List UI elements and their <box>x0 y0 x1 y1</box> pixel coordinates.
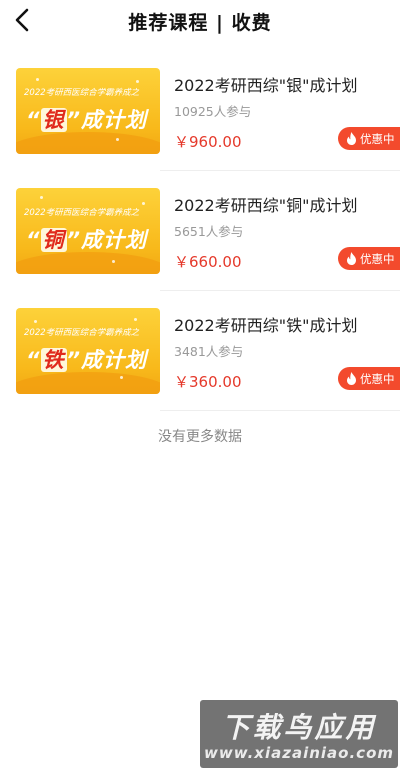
sparkle-dot <box>112 260 115 263</box>
discount-badge[interactable]: 优惠中 <box>338 367 400 390</box>
thumbnail-highlight: 铁 <box>40 348 67 372</box>
thumbnail-headline-rest: ”成计划 <box>66 348 148 372</box>
sparkle-dot <box>134 318 137 321</box>
thumbnail-quote: “ <box>26 108 41 132</box>
course-price: ￥660.00 <box>174 253 242 271</box>
course-thumbnail[interactable]: 2022考研西医综合学霸养成之 “铁”成计划 <box>16 308 160 394</box>
no-more-data-text: 没有更多数据 <box>158 429 242 445</box>
course-thumbnail[interactable]: 2022考研西医综合学霸养成之 “铜”成计划 <box>16 188 160 274</box>
course-card[interactable]: 2022考研西医综合学霸养成之 “铜”成计划 2022考研西综"铜"成计划 56… <box>0 182 400 302</box>
participant-count: 3481人参与 <box>174 344 244 359</box>
page-title: 推荐课程 | 收费 <box>128 12 272 34</box>
flame-icon <box>347 372 356 385</box>
thumbnail-quote: “ <box>26 228 41 252</box>
sparkle-dot <box>142 202 145 205</box>
flame-icon <box>347 132 356 145</box>
thumbnail-wave <box>16 372 160 394</box>
thumbnail-subtitle: 2022考研西医综合学霸养成之 <box>24 328 140 338</box>
course-title[interactable]: 2022考研西综"银"成计划 <box>174 72 357 96</box>
thumbnail-quote: “ <box>26 348 41 372</box>
course-title[interactable]: 2022考研西综"铁"成计划 <box>174 312 357 336</box>
watermark-logo: 下载鸟应用 www.xiazainiao.com <box>200 700 398 768</box>
thumbnail-subtitle: 2022考研西医综合学霸养成之 <box>24 208 140 218</box>
participant-count: 10925人参与 <box>174 104 252 119</box>
discount-badge[interactable]: 优惠中 <box>338 247 400 270</box>
top-bar: 推荐课程 | 收费 <box>0 0 400 44</box>
course-price: ￥960.00 <box>174 133 242 151</box>
course-card[interactable]: 2022考研西医综合学霸养成之 “铁”成计划 2022考研西综"铁"成计划 34… <box>0 302 400 422</box>
sparkle-dot <box>34 320 37 323</box>
divider <box>160 290 400 291</box>
watermark-title: 下载鸟应用 <box>221 711 377 744</box>
thumbnail-headline-rest: ”成计划 <box>66 108 148 132</box>
divider <box>160 410 400 411</box>
thumbnail-headline: “铜”成计划 <box>26 224 147 254</box>
course-card[interactable]: 2022考研西医综合学霸养成之 “银”成计划 2022考研西综"银"成计划 10… <box>0 62 400 182</box>
course-title[interactable]: 2022考研西综"铜"成计划 <box>174 192 357 216</box>
course-thumbnail[interactable]: 2022考研西医综合学霸养成之 “银”成计划 <box>16 68 160 154</box>
sparkle-dot <box>116 138 119 141</box>
sparkle-dot <box>40 196 43 199</box>
thumbnail-highlight: 铜 <box>40 228 67 252</box>
badge-label: 优惠中 <box>360 131 395 146</box>
sparkle-dot <box>36 78 39 81</box>
watermark-url: www.xiazainiao.com <box>203 744 395 762</box>
thumbnail-headline-rest: ”成计划 <box>66 228 148 252</box>
thumbnail-highlight: 银 <box>40 108 67 132</box>
divider <box>160 170 400 171</box>
sparkle-dot <box>120 376 123 379</box>
badge-label: 优惠中 <box>360 251 395 266</box>
badge-label: 优惠中 <box>360 371 395 386</box>
thumbnail-wave <box>16 252 160 274</box>
course-price: ￥360.00 <box>174 373 242 391</box>
course-list: 2022考研西医综合学霸养成之 “银”成计划 2022考研西综"银"成计划 10… <box>0 62 400 422</box>
participant-count: 5651人参与 <box>174 224 244 239</box>
thumbnail-headline: “银”成计划 <box>26 104 147 134</box>
thumbnail-headline: “铁”成计划 <box>26 344 147 374</box>
thumbnail-subtitle: 2022考研西医综合学霸养成之 <box>24 88 140 98</box>
discount-badge[interactable]: 优惠中 <box>338 127 400 150</box>
flame-icon <box>347 252 356 265</box>
thumbnail-wave <box>16 132 160 154</box>
sparkle-dot <box>136 80 139 83</box>
